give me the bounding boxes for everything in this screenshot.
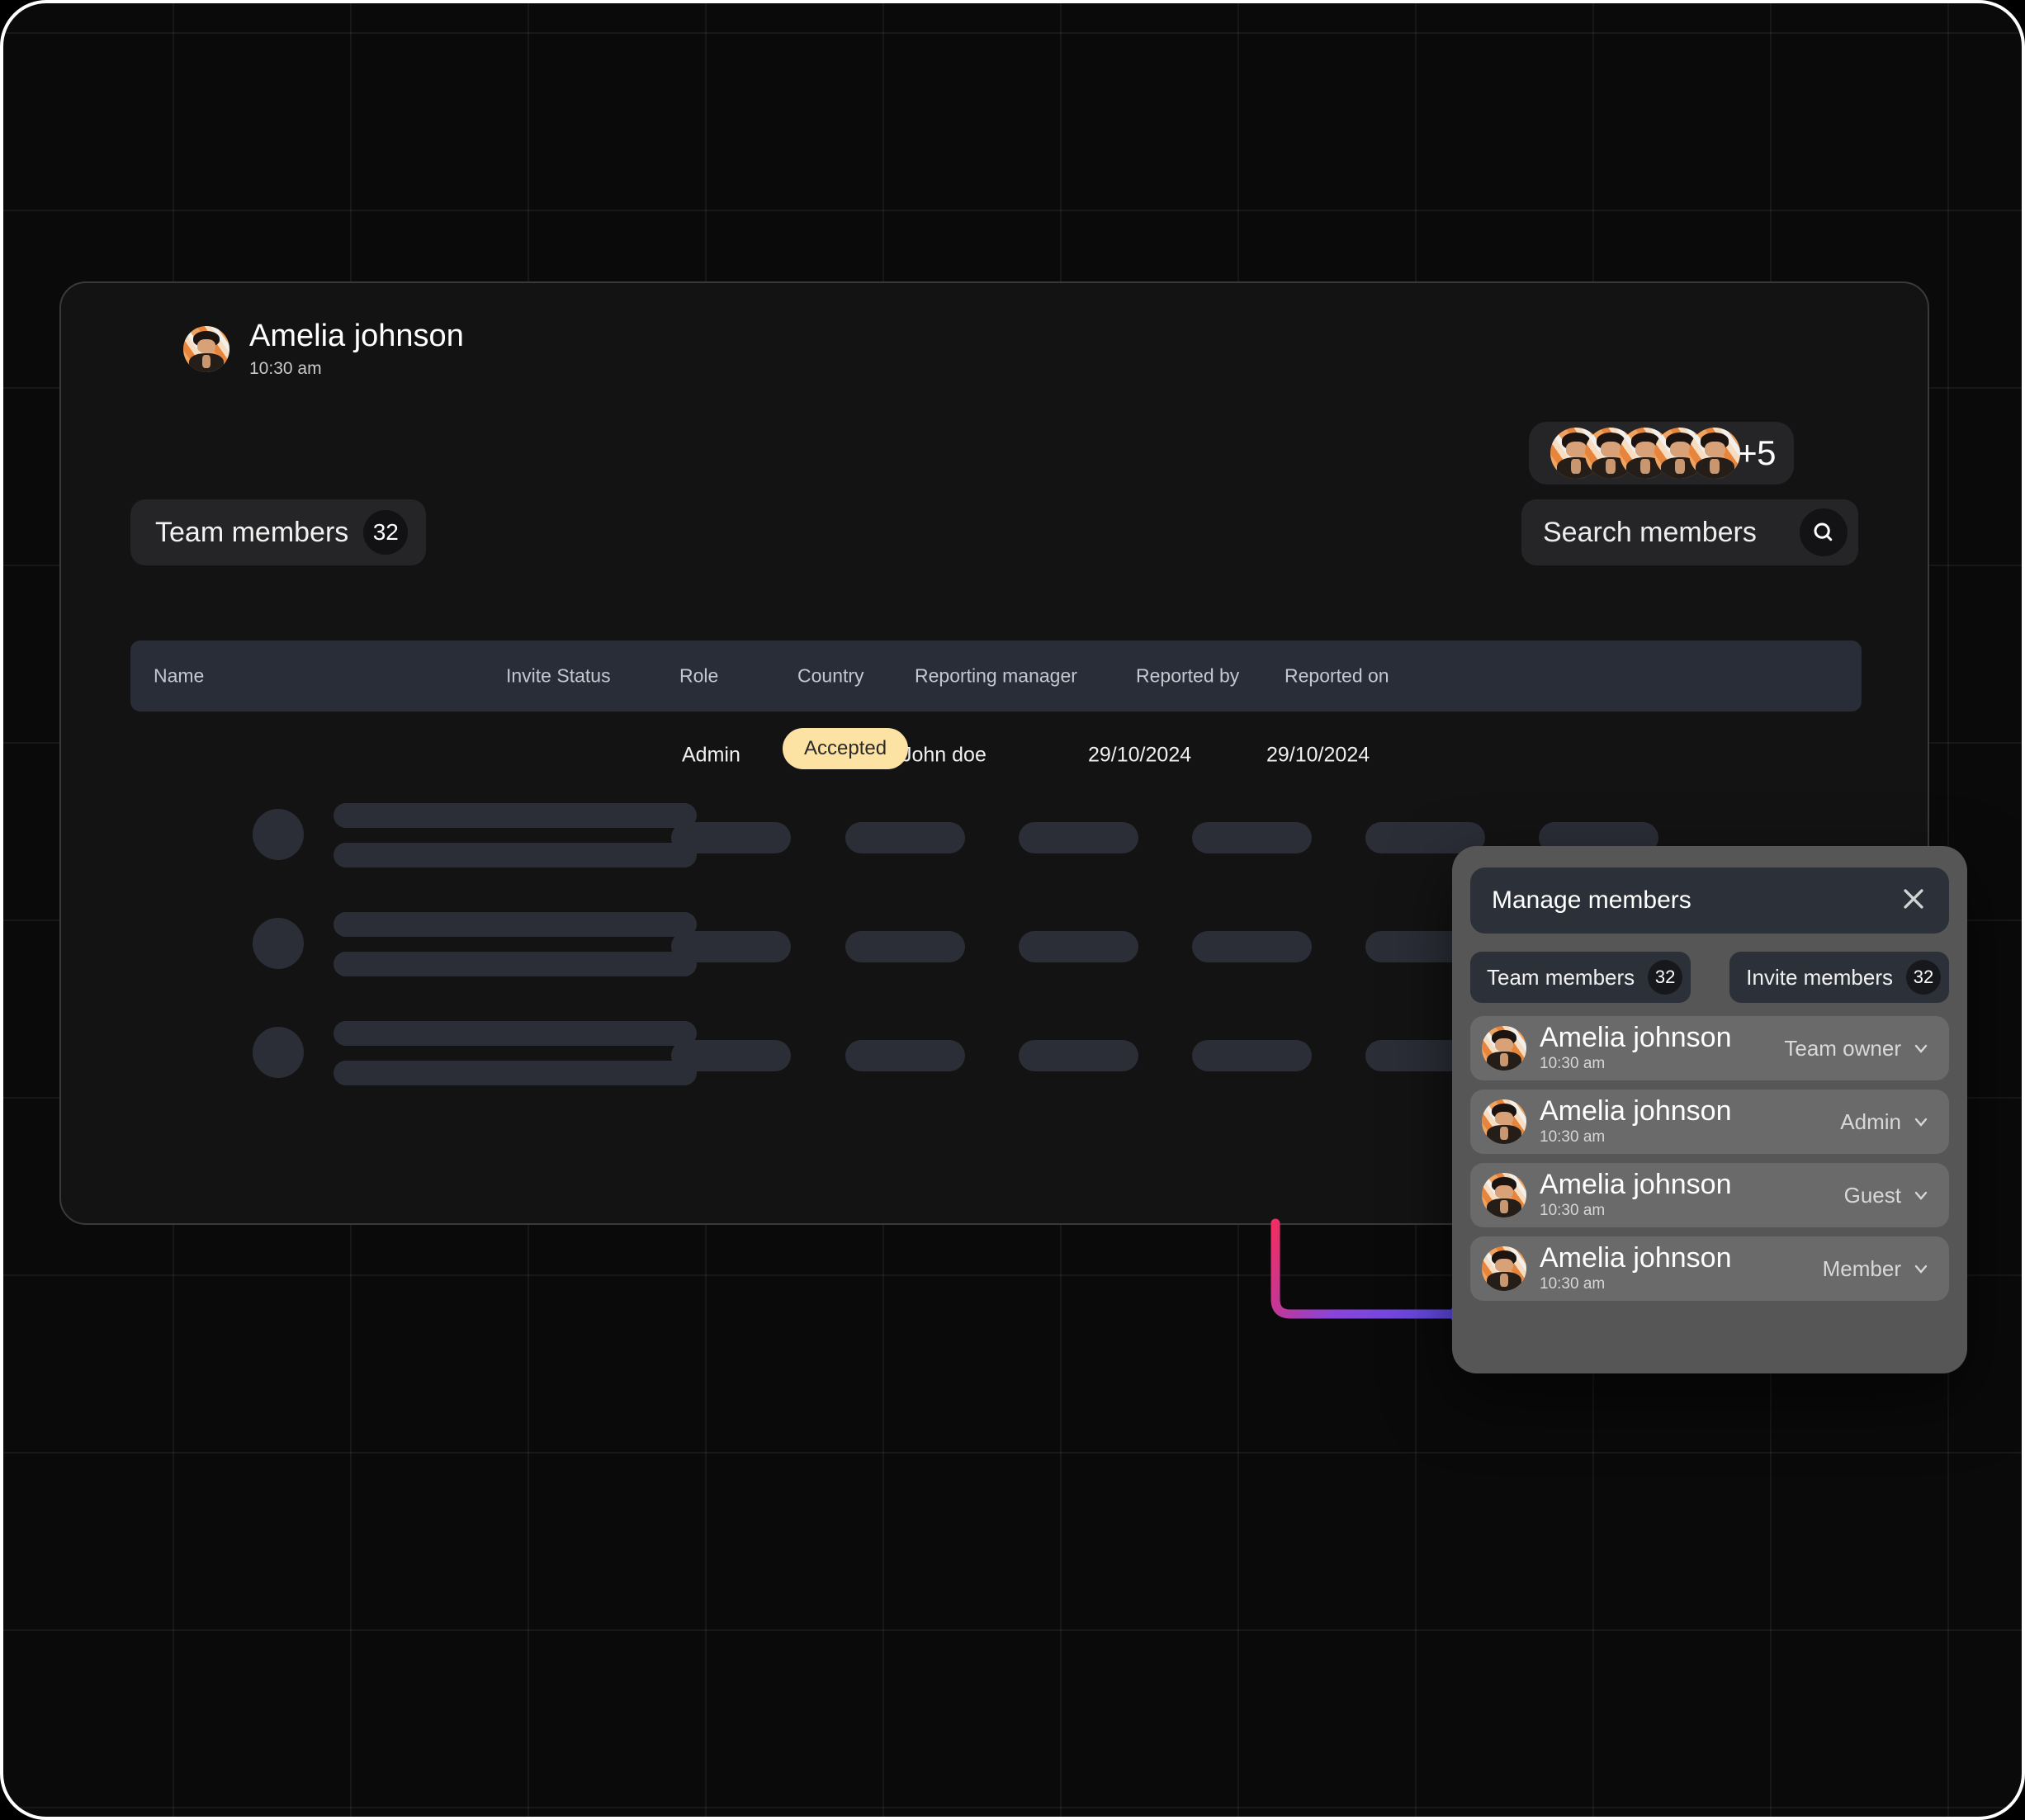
skeleton-avatar	[253, 918, 304, 969]
role-dropdown[interactable]: Admin	[1840, 1109, 1931, 1135]
chevron-down-icon	[1911, 1038, 1931, 1058]
team-members-count: 32	[363, 510, 408, 555]
panel-header: Manage members	[1470, 867, 1949, 934]
member-time: 10:30 am	[1540, 1202, 1844, 1220]
role-label: Team owner	[1784, 1036, 1901, 1061]
status-badge: Accepted	[783, 728, 908, 769]
column-header-name: Name	[154, 665, 204, 688]
skeleton-bar	[334, 803, 697, 828]
team-members-label: Team members	[155, 517, 348, 549]
cell-name[interactable]: Amelia johnson 10:30 am	[183, 320, 464, 379]
avatar-stack-pill[interactable]: +5	[1529, 422, 1794, 485]
panel-title: Manage members	[1492, 886, 1691, 915]
role-dropdown[interactable]: Team owner	[1784, 1036, 1931, 1061]
tab-invite-members[interactable]: Invite members 32	[1729, 952, 1949, 1003]
tab-team-members[interactable]: Team members 32	[1470, 952, 1691, 1003]
member-name: Amelia johnson	[1540, 1023, 1784, 1053]
list-item[interactable]: Amelia johnson 10:30 am Admin	[1470, 1090, 1949, 1154]
cell-reporting-manager: John doe	[901, 744, 986, 768]
skeleton-bar	[1192, 1040, 1312, 1071]
column-header-reported-by: Reported by	[1136, 665, 1239, 688]
skeleton-bar	[334, 1061, 697, 1085]
manage-members-panel: Manage members Team members 32 Invite me…	[1452, 846, 1967, 1373]
skeleton-bar	[1019, 1040, 1138, 1071]
close-icon[interactable]	[1900, 885, 1928, 917]
avatar	[1482, 1246, 1526, 1291]
skeleton-bar	[334, 843, 697, 867]
skeleton-bar	[1019, 931, 1138, 962]
member-time: 10:30 am	[1540, 1275, 1823, 1293]
list-item[interactable]: Amelia johnson 10:30 am Team owner	[1470, 1016, 1949, 1080]
chevron-down-icon	[1911, 1112, 1931, 1132]
search-input[interactable]: Search members	[1543, 517, 1757, 549]
member-name: Amelia johnson	[1540, 1097, 1840, 1127]
avatar	[183, 326, 229, 372]
chevron-down-icon	[1911, 1185, 1931, 1205]
avatar	[1482, 1099, 1526, 1144]
tab-label: Team members	[1487, 965, 1635, 990]
skeleton-bar	[671, 822, 791, 853]
list-item[interactable]: Amelia johnson 10:30 am Member	[1470, 1236, 1949, 1301]
skeleton-bar	[1019, 822, 1138, 853]
table-row[interactable]: Admin USA John doe 29/10/2024 29/10/2024	[130, 716, 1862, 795]
skeleton-avatar	[253, 1027, 304, 1078]
search-icon[interactable]	[1800, 508, 1848, 556]
team-members-pill[interactable]: Team members 32	[130, 499, 426, 565]
table-header: Name Invite Status Role Country Reportin…	[130, 641, 1862, 711]
skeleton-bar	[1192, 822, 1312, 853]
column-header-invite-status: Invite Status	[506, 665, 611, 688]
skeleton-bar	[671, 931, 791, 962]
skeleton-bar	[845, 931, 965, 962]
tab-label: Invite members	[1746, 965, 1893, 990]
avatar	[1482, 1026, 1526, 1071]
skeleton-bar	[845, 1040, 965, 1071]
member-name: Amelia johnson	[1540, 1170, 1844, 1200]
skeleton-bar	[334, 952, 697, 976]
search-members-box[interactable]: Search members	[1521, 499, 1858, 565]
panel-tabs: Team members 32 Invite members 32	[1470, 952, 1949, 1003]
cell-role: Admin	[682, 744, 740, 768]
role-label: Guest	[1844, 1183, 1901, 1208]
avatar	[1689, 428, 1740, 479]
avatar	[1482, 1173, 1526, 1217]
skeleton-bar	[334, 1021, 697, 1046]
skeleton-avatar	[253, 809, 304, 860]
avatar-stack	[1550, 428, 1740, 479]
chevron-down-icon	[1911, 1259, 1931, 1279]
column-header-country: Country	[797, 665, 864, 688]
member-time: 10:30 am	[1540, 1055, 1784, 1073]
cell-reported-on: 29/10/2024	[1266, 744, 1370, 768]
tab-count: 32	[1906, 960, 1941, 995]
skeleton-bar	[334, 912, 697, 937]
app-frame: +5 Team members 32 Search members Name I…	[0, 0, 2025, 1820]
member-name: Amelia johnson	[249, 320, 464, 353]
column-header-reported-on: Reported on	[1285, 665, 1389, 688]
skeleton-bar	[1192, 931, 1312, 962]
member-time: 10:30 am	[249, 359, 464, 379]
role-dropdown[interactable]: Member	[1823, 1256, 1931, 1282]
tab-count: 32	[1648, 960, 1682, 995]
role-label: Member	[1823, 1256, 1901, 1282]
member-name: Amelia johnson	[1540, 1244, 1823, 1274]
column-header-role: Role	[679, 665, 718, 688]
role-label: Admin	[1840, 1109, 1901, 1135]
column-header-reporting-manager: Reporting manager	[915, 665, 1077, 688]
role-dropdown[interactable]: Guest	[1844, 1183, 1931, 1208]
list-item[interactable]: Amelia johnson 10:30 am Guest	[1470, 1163, 1949, 1227]
skeleton-bar	[845, 822, 965, 853]
avatar-overflow-count: +5	[1737, 436, 1776, 470]
member-time: 10:30 am	[1540, 1128, 1840, 1146]
skeleton-bar	[671, 1040, 791, 1071]
cell-reported-by: 29/10/2024	[1088, 744, 1191, 768]
